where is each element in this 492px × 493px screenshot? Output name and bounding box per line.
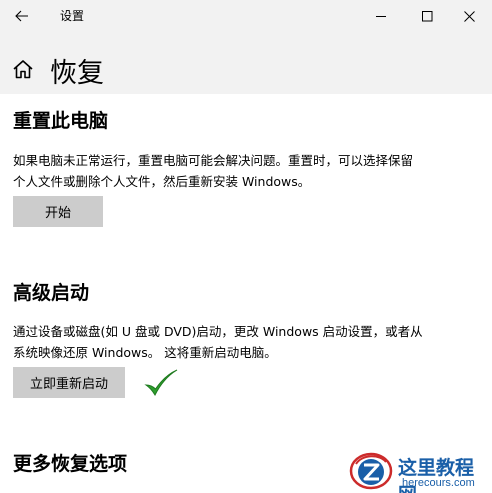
page-header: 恢复 [0, 32, 492, 94]
back-arrow-icon [15, 10, 28, 22]
home-icon[interactable] [12, 59, 34, 79]
reset-pc-description: 如果电脑未正常运行，重置电脑可能会解决问题。重置时，可以选择保留 个人文件或删除… [13, 150, 483, 192]
maximize-button[interactable] [404, 0, 450, 32]
green-check-icon [144, 369, 178, 397]
reset-pc-description-line2: 个人文件或删除个人文件，然后重新安装 Windows。 [13, 174, 311, 189]
advanced-startup-description: 通过设备或磁盘(如 U 盘或 DVD)启动，更改 Windows 启动设置，或者… [13, 321, 483, 363]
close-button[interactable] [446, 0, 492, 32]
advanced-startup-description-line2: 系统映像还原 Windows。 这将重新启动电脑。 [13, 345, 277, 360]
reset-pc-heading: 重置此电脑 [13, 110, 109, 132]
reset-pc-description-line1: 如果电脑未正常运行，重置电脑可能会解决问题。重置时，可以选择保留 [13, 153, 414, 168]
maximize-icon [421, 10, 432, 21]
minimize-icon [375, 15, 386, 17]
watermark-domain: herecours.com [402, 477, 475, 489]
advanced-startup-heading: 高级启动 [13, 282, 90, 304]
back-button[interactable] [8, 3, 36, 29]
watermark: 这里教程网 herecours.com [342, 450, 492, 493]
advanced-startup-description-line1: 通过设备或磁盘(如 U 盘或 DVD)启动，更改 Windows 启动设置，或者… [13, 324, 423, 339]
watermark-logo-icon [349, 452, 393, 490]
restart-now-button[interactable]: 立即重新启动 [13, 367, 125, 398]
minimize-button[interactable] [358, 0, 404, 32]
title-bar: 设置 [0, 0, 492, 32]
window-title: 设置 [60, 9, 85, 23]
more-recovery-options-heading: 更多恢复选项 [13, 453, 128, 475]
page-title: 恢复 [50, 58, 104, 89]
get-started-button[interactable]: 开始 [13, 196, 103, 227]
close-icon [463, 10, 475, 22]
